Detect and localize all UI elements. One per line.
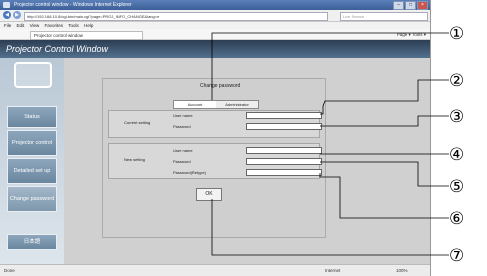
callout-7: ⑦ — [449, 246, 464, 266]
callout-3: ③ — [449, 107, 464, 127]
callout-7-leader — [211, 199, 449, 256]
callout-6: ⑥ — [449, 209, 464, 229]
callout-1: ① — [449, 24, 464, 44]
callout-6-leader — [319, 173, 449, 219]
callout-5-leader — [320, 161, 449, 187]
callout-2: ② — [449, 71, 464, 91]
callout-2-leader — [320, 79, 449, 115]
callout-3-leader — [320, 115, 449, 127]
callout-4: ④ — [449, 145, 464, 165]
callout-layer: ① ② ③ ④ ⑤ ⑥ ⑦ — [211, 24, 464, 266]
callout-1-leader — [211, 32, 449, 100]
callout-5: ⑤ — [449, 177, 464, 197]
